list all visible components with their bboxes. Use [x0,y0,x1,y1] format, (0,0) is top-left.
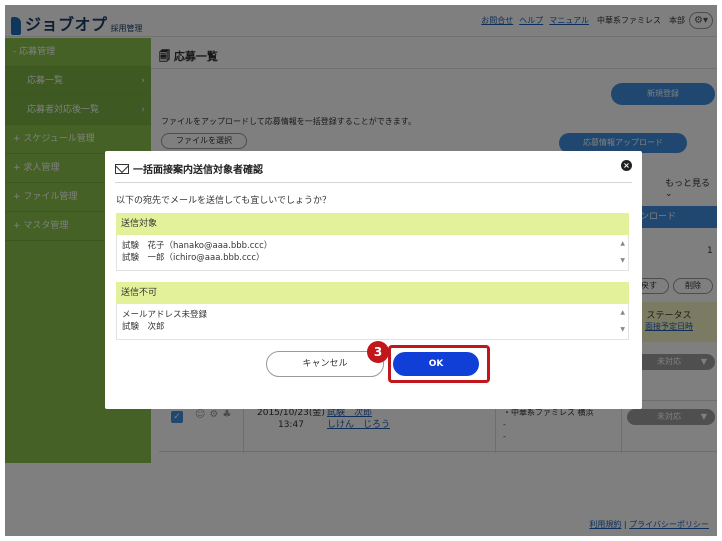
scroll-up-icon[interactable]: ▲ [620,238,625,250]
dialog-title: 一括面接案内送信対象者確認 [115,161,263,176]
list-item: メールアドレス未登録 [122,310,208,320]
unsendable-list[interactable]: メールアドレス未登録 試験 次郎 ▲ ▼ [116,304,629,340]
confirm-dialog: 一括面接案内送信対象者確認 × 以下の宛先でメールを送信しても宜しいでしょうか？… [105,151,642,409]
cancel-button[interactable]: キャンセル [266,351,384,377]
dialog-message: 以下の宛先でメールを送信しても宜しいでしょうか？ [116,196,332,206]
scroll-down-icon[interactable]: ▼ [620,255,625,267]
list-item: 試験 次郎 [122,322,165,332]
send-target-list[interactable]: 試験 花子（hanako@aaa.bbb.ccc） 試験 一郎（ichiro@a… [116,235,629,271]
dialog-divider [115,182,632,183]
unsendable-header: 送信不可 [116,282,629,304]
scroll-down-icon[interactable]: ▼ [620,324,625,336]
send-target-header: 送信対象 [116,213,629,235]
list-item: 試験 一郎（ichiro@aaa.bbb.ccc） [122,253,265,263]
dialog-title-text: 一括面接案内送信対象者確認 [133,165,263,176]
app-frame: ジョブオプ 採用管理 お問合せ ヘルプ マニュアル 中華系ファミレス 本部 ⚙▾… [5,5,717,536]
scroll-up-icon[interactable]: ▲ [620,307,625,319]
list-item: 試験 花子（hanako@aaa.bbb.ccc） [122,241,273,251]
ok-button[interactable]: OK [393,352,479,376]
step-badge: 3 [367,341,389,363]
close-icon[interactable]: × [621,160,632,171]
mail-icon [115,163,129,174]
